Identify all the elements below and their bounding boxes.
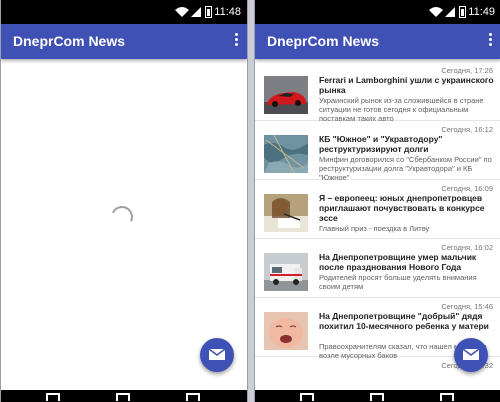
- mail-icon: [463, 349, 479, 360]
- app-bar: DneprCom News: [255, 24, 500, 59]
- news-headline: КБ "Южное" и "Укравтодору" реструктуризи…: [319, 134, 443, 154]
- red-sports-car-thumbnail: [264, 76, 308, 114]
- news-snippet: Украинский рынок из-за сложившейся в стр…: [319, 96, 484, 123]
- home-icon[interactable]: [370, 393, 384, 401]
- aerial-map-thumbnail: [264, 135, 308, 173]
- app-bar: DneprCom News: [1, 24, 247, 59]
- clock: 11:49: [468, 6, 495, 18]
- recents-icon[interactable]: [440, 393, 454, 401]
- recents-icon[interactable]: [186, 393, 200, 401]
- news-headline: Ferrari и Lamborghini ушли с украинского…: [319, 75, 494, 95]
- status-bar: 11:49: [255, 0, 500, 24]
- clock: 11:48: [214, 6, 241, 18]
- student-writing-thumbnail: [264, 194, 308, 232]
- news-date: Сегодня, 16:02: [441, 243, 493, 252]
- news-headline: Я – европеец: юных днепропетровцев пригл…: [319, 193, 485, 223]
- news-item[interactable]: Сегодня, 17:26 Ferrari и Lamborghini ушл…: [255, 62, 500, 123]
- news-snippet: Минфин договорился со "Сбербанком России…: [319, 155, 492, 182]
- app-title: DneprCom News: [13, 33, 126, 49]
- news-snippet: Главный приз - поездка в Литву: [319, 224, 430, 233]
- back-icon[interactable]: [46, 393, 60, 401]
- back-icon[interactable]: [300, 393, 314, 401]
- status-bar: 11:48: [1, 0, 247, 24]
- signal-icon: [191, 7, 201, 17]
- nav-bar: [1, 390, 247, 402]
- news-item[interactable]: Сегодня, 16:02 На Днепропетровщине умер …: [255, 239, 500, 298]
- news-screen: 11:49 DneprCom News Сегодня, 17:26 Ferra…: [254, 0, 500, 402]
- news-headline: На Днепропетровщине умер мальчик после п…: [319, 252, 477, 272]
- more-vert-icon[interactable]: [489, 33, 493, 48]
- news-snippet: Родителей просят больше уделять внимания…: [319, 273, 477, 291]
- battery-icon: [459, 6, 466, 18]
- more-vert-icon[interactable]: [235, 33, 239, 48]
- news-headline: На Днепропетровщине "добрый" дядя похити…: [319, 311, 489, 331]
- signal-icon: [445, 7, 455, 17]
- ambulance-thumbnail: [264, 253, 308, 291]
- news-date: Сегодня, 17:26: [441, 66, 493, 75]
- loading-spinner: [107, 202, 137, 232]
- mail-fab-button[interactable]: [200, 338, 234, 372]
- crying-baby-thumbnail: [264, 312, 308, 350]
- app-title: DneprCom News: [267, 33, 380, 49]
- loading-screen: 11:48 DneprCom News: [0, 0, 248, 402]
- wifi-icon: [429, 7, 443, 17]
- nav-bar: [255, 390, 500, 402]
- news-item[interactable]: Сегодня, 16:09 Я – европеец: юных днепро…: [255, 180, 500, 239]
- home-icon[interactable]: [116, 393, 130, 401]
- news-date: Сегодня, 16:12: [441, 125, 493, 134]
- wifi-icon: [175, 7, 189, 17]
- news-item[interactable]: Сегодня, 16:12 КБ "Южное" и "Укравтодору…: [255, 121, 500, 182]
- news-date: Сегодня, 16:09: [441, 184, 493, 193]
- news-date: Сегодня, 15:46: [441, 302, 493, 311]
- mail-fab-button[interactable]: [454, 338, 488, 372]
- mail-icon: [209, 349, 225, 360]
- battery-icon: [205, 6, 212, 18]
